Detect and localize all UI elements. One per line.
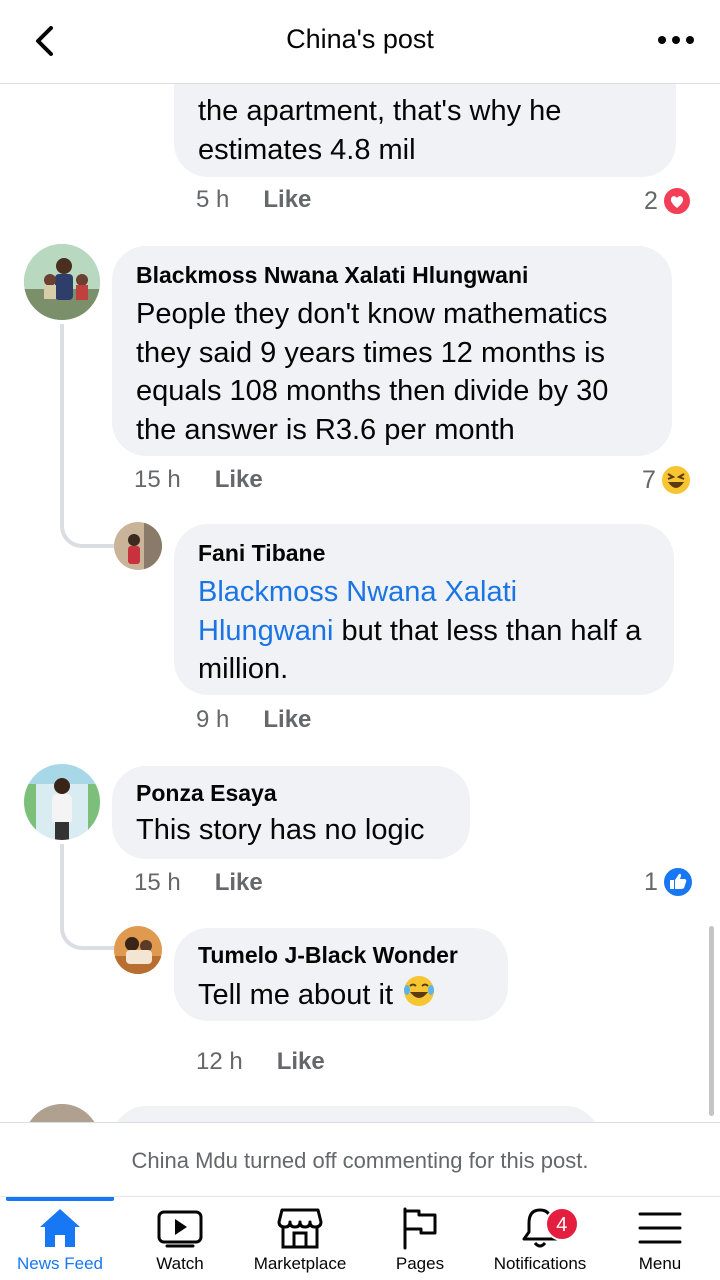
comment-text: People they don't know mathematics they …	[136, 298, 609, 446]
tab-menu[interactable]: Menu	[600, 1197, 720, 1280]
avatar[interactable]	[24, 244, 100, 320]
comment-bubble[interactable]: the apartment, that's why he estimates 4…	[174, 84, 676, 177]
like-button[interactable]: Like	[263, 186, 311, 214]
more-icon	[658, 36, 694, 44]
comment-meta: 9 h Like	[196, 706, 311, 734]
tab-watch[interactable]: Watch	[120, 1197, 240, 1280]
like-button[interactable]: Like	[277, 1048, 325, 1076]
thread-connector	[60, 844, 118, 950]
comment-text-body: Tell me about it	[198, 979, 394, 1011]
home-icon	[40, 1209, 80, 1247]
comment-bubble[interactable]: Tumelo J-Black Wonder Tell me about it	[174, 928, 508, 1021]
avatar[interactable]	[114, 926, 162, 974]
comment-bubble[interactable]	[112, 1106, 600, 1122]
marketplace-icon	[277, 1208, 323, 1249]
comment-author[interactable]: Fani Tibane	[198, 540, 650, 567]
haha-reaction-icon	[659, 464, 692, 496]
like-button[interactable]: Like	[215, 869, 263, 897]
comment-meta: 5 h Like	[196, 186, 311, 214]
flag-icon	[403, 1207, 437, 1250]
comment-author[interactable]: Tumelo J-Black Wonder	[198, 942, 484, 969]
more-options-button[interactable]	[656, 28, 696, 52]
notice-author[interactable]: China Mdu	[132, 1148, 238, 1173]
reaction-count[interactable]: 7	[642, 464, 692, 496]
reaction-count[interactable]: 1	[644, 866, 694, 898]
laughing-crying-emoji-icon	[404, 976, 435, 1006]
comments-list: the apartment, that's why he estimates 4…	[0, 84, 720, 1122]
reaction-count-label: 1	[644, 867, 658, 896]
comment-time: 5 h	[196, 186, 230, 213]
comment-time: 9 h	[196, 706, 230, 733]
page-title: China's post	[286, 24, 434, 54]
comment-bubble[interactable]: Blackmoss Nwana Xalati Hlungwani People …	[112, 246, 672, 456]
comment-text: the apartment, that's why he estimates 4…	[198, 95, 562, 166]
like-button[interactable]: Like	[215, 466, 263, 494]
comment-text: Tell me about it	[198, 973, 484, 1015]
comment-author[interactable]: Ponza Esaya	[136, 780, 446, 807]
reaction-count[interactable]: 2	[644, 186, 692, 216]
comment-text: This story has no logic	[136, 814, 425, 846]
avatar[interactable]	[24, 1104, 100, 1122]
comment-time: 12 h	[196, 1048, 243, 1075]
like-reaction-icon	[661, 866, 694, 898]
tab-notifications[interactable]: Notifications 4	[480, 1197, 600, 1280]
scrollbar[interactable]	[709, 926, 714, 1116]
comment-time: 15 h	[134, 466, 181, 493]
reaction-count-label: 2	[644, 186, 658, 215]
comment-meta: 12 h Like	[196, 1048, 325, 1076]
love-reaction-icon	[661, 186, 692, 216]
like-button[interactable]: Like	[263, 706, 311, 734]
tab-pages[interactable]: Pages	[360, 1197, 480, 1280]
tab-label: News Feed	[17, 1254, 103, 1273]
comment-author[interactable]: Blackmoss Nwana Xalati Hlungwani	[136, 262, 648, 289]
notification-badge: 4	[544, 1207, 579, 1241]
avatar[interactable]	[114, 522, 162, 570]
notice-text: turned off commenting for this post.	[237, 1148, 589, 1173]
reaction-count-label: 7	[642, 465, 656, 494]
tab-label: Marketplace	[253, 1254, 347, 1273]
tab-label: Pages	[395, 1254, 445, 1273]
tab-marketplace[interactable]: Marketplace	[240, 1197, 360, 1280]
comment-meta: 15 h Like	[134, 869, 263, 897]
top-bar: China's post	[0, 0, 720, 84]
comment-bubble[interactable]: Fani Tibane Blackmoss Nwana Xalati Hlung…	[174, 524, 674, 695]
comment-time: 15 h	[134, 869, 181, 896]
commenting-disabled-notice: China Mdu turned off commenting for this…	[0, 1122, 720, 1198]
comment-meta: 15 h Like	[134, 466, 263, 494]
avatar[interactable]	[24, 764, 100, 840]
tab-label: Watch	[156, 1254, 204, 1273]
bottom-nav: News Feed Watch Marketplace Pages Notifi…	[0, 1196, 720, 1280]
watch-icon	[157, 1210, 203, 1248]
tab-label: Notifications	[493, 1254, 587, 1273]
tab-news-feed[interactable]: News Feed	[0, 1197, 120, 1280]
thread-connector	[60, 324, 118, 548]
tab-label: Menu	[638, 1254, 682, 1273]
comment-text: Blackmoss Nwana Xalati Hlungwani but tha…	[198, 573, 650, 689]
comment-bubble[interactable]: Ponza Esaya This story has no logic	[112, 766, 470, 859]
menu-icon	[638, 1212, 682, 1244]
